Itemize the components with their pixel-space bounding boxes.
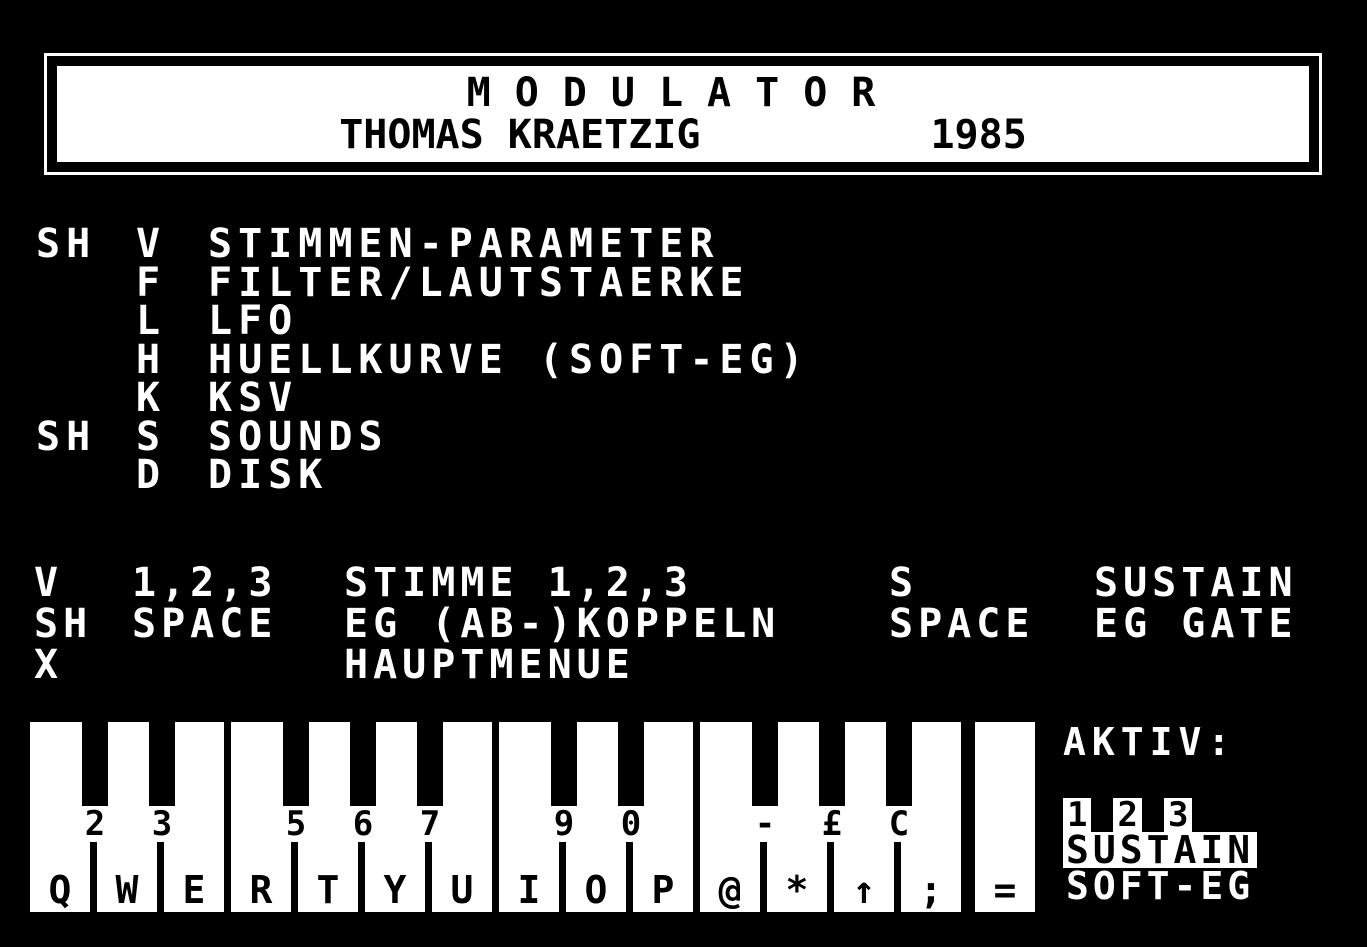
title-frame: MODULATOR THOMAS KRAETZIG 1985 xyxy=(44,53,1322,175)
key-label: 5 xyxy=(277,806,315,842)
menu-key: F xyxy=(136,259,167,306)
key-label: E xyxy=(182,868,206,912)
key-label: @ xyxy=(718,868,742,912)
key-label: ↑ xyxy=(852,868,876,912)
menu-modifier xyxy=(36,379,136,418)
voice-indicator-1: 1 xyxy=(1063,798,1092,832)
key-label: - xyxy=(746,806,784,842)
black-key-0[interactable]: 0 xyxy=(612,722,650,842)
menu-key: H xyxy=(136,336,167,383)
menu-modifier: SH xyxy=(36,413,97,460)
active-voices: 1 2 3 xyxy=(1063,798,1257,832)
key-label: O xyxy=(584,868,608,912)
menu-label: SOUNDS xyxy=(208,413,389,460)
key-label: 7 xyxy=(411,806,449,842)
aktiv-label: AKTIV: xyxy=(1063,720,1237,764)
black-key-9[interactable]: 9 xyxy=(545,722,583,842)
black-key-clr[interactable]: C xyxy=(880,722,918,842)
menu-modifier xyxy=(36,264,136,303)
help-key: X xyxy=(34,642,64,688)
menu-item-lfo[interactable]: L LFO xyxy=(36,298,810,344)
key-help-row: SH SPACE EG (AB-)KOPPELN SPACE EG GATE xyxy=(34,604,1298,645)
key-label: 9 xyxy=(545,806,583,842)
key-label: ; xyxy=(919,868,943,912)
black-key-2[interactable]: 2 xyxy=(76,722,114,842)
menu-modifier xyxy=(36,302,136,341)
help-text: EG (AB-)KOPPELN xyxy=(344,601,781,647)
title-banner: MODULATOR THOMAS KRAETZIG 1985 xyxy=(57,66,1309,162)
author-name: THOMAS KRAETZIG xyxy=(339,112,701,158)
black-key-pound[interactable]: £ xyxy=(813,722,851,842)
black-key-5[interactable]: 5 xyxy=(277,722,315,842)
key-label: P xyxy=(651,868,675,912)
help-key xyxy=(889,645,1094,686)
key-label: R xyxy=(249,868,273,912)
key-label: U xyxy=(450,868,474,912)
menu-label: HUELLKURVE (SOFT-EG) xyxy=(208,336,810,383)
help-key: SPACE xyxy=(889,601,1035,647)
menu-key: L xyxy=(136,298,167,344)
key-label: T xyxy=(316,868,340,912)
menu-label: KSV xyxy=(208,375,299,421)
menu-label: STIMMEN-PARAMETER xyxy=(208,221,720,267)
key-label: 3 xyxy=(143,806,181,842)
white-key-equals[interactable]: = xyxy=(975,722,1035,912)
menu-modifier xyxy=(36,341,136,380)
help-key: 1,2,3 xyxy=(132,560,278,606)
menu-key: K xyxy=(136,375,167,421)
credits-line: THOMAS KRAETZIG 1985 xyxy=(57,114,1309,156)
key-label: 6 xyxy=(344,806,382,842)
key-label: I xyxy=(517,868,541,912)
app-title: MODULATOR xyxy=(466,70,900,116)
black-key-6[interactable]: 6 xyxy=(344,722,382,842)
help-key: S xyxy=(889,560,919,606)
menu-item-stimmen[interactable]: SH V STIMMEN-PARAMETER xyxy=(36,221,810,267)
menu-item-huellkurve[interactable]: H HUELLKURVE (SOFT-EG) xyxy=(36,336,810,383)
status-panel: AKTIV: 1 2 3 SUSTAIN SOFT-EG xyxy=(1063,720,1258,908)
soft-eg-indicator: SOFT-EG xyxy=(1066,864,1255,908)
black-key-minus[interactable]: - xyxy=(746,722,784,842)
black-key-3[interactable]: 3 xyxy=(143,722,181,842)
help-text: HAUPTMENUE xyxy=(344,642,635,688)
menu-label: LFO xyxy=(208,298,299,344)
menu-item-disk[interactable]: D DISK xyxy=(36,452,810,498)
help-text: SUSTAIN xyxy=(1094,560,1298,606)
menu-modifier: SH xyxy=(36,221,97,267)
menu-item-filter[interactable]: F FILTER/LAUTSTAERKE xyxy=(36,259,810,306)
help-key: SPACE xyxy=(132,601,278,647)
key-label: 0 xyxy=(612,806,650,842)
help-text: STIMME 1,2,3 xyxy=(344,560,693,606)
menu-item-ksv[interactable]: K KSV xyxy=(36,375,810,421)
key-label: * xyxy=(785,868,809,912)
help-key: SH xyxy=(34,601,93,647)
sustain-indicator: SUSTAIN xyxy=(1063,831,1258,869)
menu-label: FILTER/LAUTSTAERKE xyxy=(208,259,750,306)
menu-key: V xyxy=(136,221,167,267)
menu-key: S xyxy=(136,413,167,460)
help-text: EG GATE xyxy=(1094,601,1298,647)
voice-indicator-2: 2 xyxy=(1113,798,1142,832)
help-key: V xyxy=(34,560,64,606)
menu-modifier xyxy=(36,456,136,495)
menu-key: D xyxy=(136,452,167,498)
black-key-7[interactable]: 7 xyxy=(411,722,449,842)
key-label: Y xyxy=(383,868,407,912)
key-label: C xyxy=(880,806,918,842)
release-year: 1985 xyxy=(930,112,1027,158)
key-label: = xyxy=(993,868,1017,912)
piano-keyboard: Q W E R T Y U I O P @ * ↑ ; = 2 3 5 6 7 … xyxy=(30,722,1035,912)
menu-label: DISK xyxy=(208,452,329,498)
key-help-row: X HAUPTMENUE xyxy=(34,645,1298,686)
key-label: 2 xyxy=(76,806,114,842)
help-key xyxy=(132,645,344,686)
main-menu: SH V STIMMEN-PARAMETER F FILTER/LAUTSTAE… xyxy=(36,221,810,498)
menu-item-sounds[interactable]: SH S SOUNDS xyxy=(36,413,810,460)
key-label: £ xyxy=(813,806,851,842)
key-help: V 1,2,3 STIMME 1,2,3 S SUSTAIN SH SPACE … xyxy=(34,563,1298,686)
key-help-row: V 1,2,3 STIMME 1,2,3 S SUSTAIN xyxy=(34,563,1298,604)
key-label: Q xyxy=(48,868,72,912)
voice-indicator-3: 3 xyxy=(1163,798,1193,832)
key-label: W xyxy=(115,868,139,912)
